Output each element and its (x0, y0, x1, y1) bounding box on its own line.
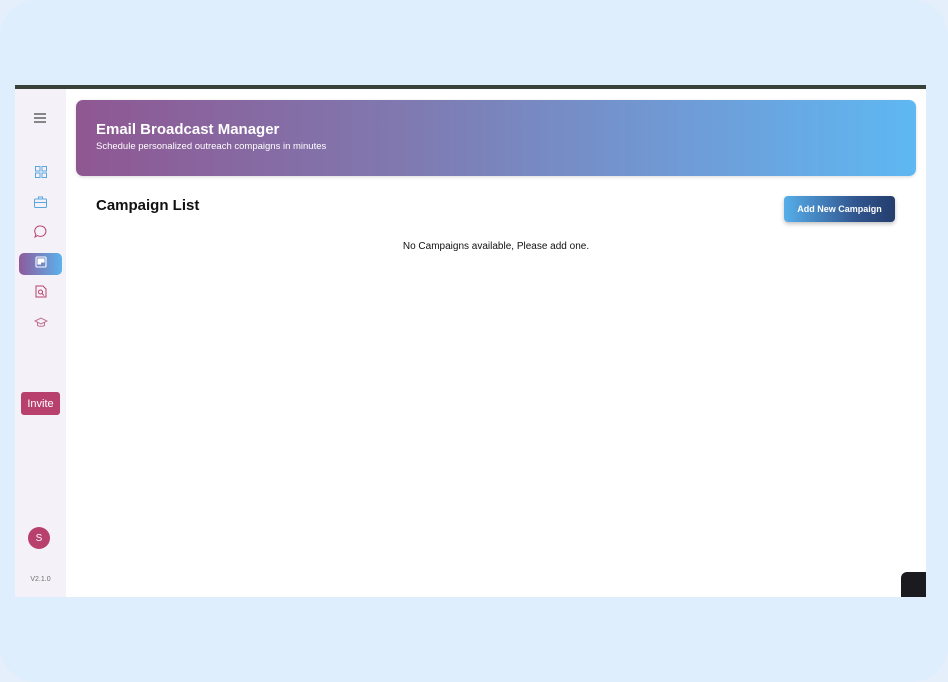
screenshot-frame: Invite S V2.1.0 Email Broadcast Manager … (0, 0, 948, 682)
user-avatar[interactable]: S (28, 527, 50, 549)
header-banner: Email Broadcast Manager Schedule persona… (76, 100, 916, 176)
campaign-list-heading: Campaign List (96, 197, 200, 214)
sidebar-item-learning[interactable] (19, 313, 62, 335)
graduation-cap-icon (33, 315, 48, 333)
sidebar-item-dashboard[interactable] (19, 163, 62, 185)
sidebar-item-campaigns[interactable] (19, 253, 62, 275)
sidebar-item-workspace[interactable] (19, 193, 62, 215)
hamburger-menu-icon[interactable] (29, 109, 51, 127)
chat-widget-button[interactable] (901, 572, 926, 597)
sidebar-item-messages[interactable] (19, 223, 62, 245)
chat-bubble-icon (34, 225, 47, 243)
page-subtitle: Schedule personalized outreach compaigns… (96, 141, 327, 152)
page-title: Email Broadcast Manager (96, 121, 280, 138)
campaign-board-icon (34, 255, 47, 273)
sidebar: Invite S V2.1.0 (15, 89, 66, 597)
briefcase-icon (34, 195, 47, 213)
sidebar-item-documents[interactable] (19, 283, 62, 305)
empty-state-message: No Campaigns available, Please add one. (402, 241, 590, 252)
version-label: V2.1.0 (30, 576, 51, 583)
invite-button[interactable]: Invite (21, 392, 60, 415)
dashboard-grid-icon (34, 165, 47, 183)
add-new-campaign-button[interactable]: Add New Campaign (784, 196, 895, 222)
app-window: Invite S V2.1.0 Email Broadcast Manager … (15, 89, 926, 597)
document-search-icon (35, 285, 47, 303)
